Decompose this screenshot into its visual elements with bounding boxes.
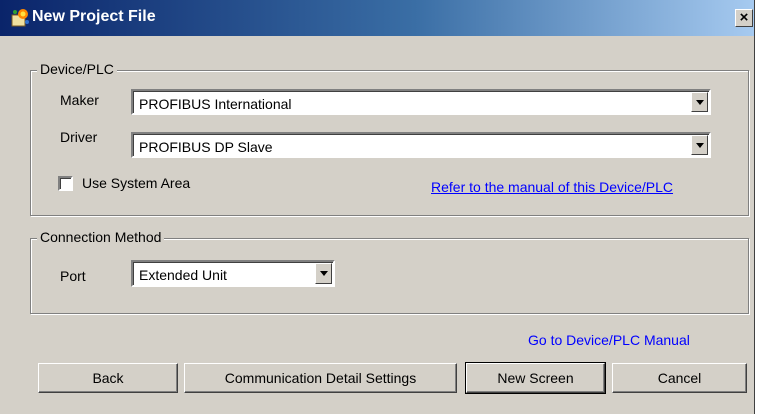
port-label: Port: [60, 268, 86, 284]
use-system-area-checkbox[interactable]: [58, 176, 73, 191]
new-screen-button[interactable]: New Screen: [465, 362, 606, 394]
chevron-down-icon[interactable]: [315, 263, 332, 284]
new-project-dialog: New Project File × Device/PLC Maker PROF…: [0, 0, 755, 414]
communication-detail-settings-button[interactable]: Communication Detail Settings: [184, 363, 457, 393]
maker-select[interactable]: PROFIBUS International: [131, 89, 711, 115]
title-bar[interactable]: New Project File ×: [0, 0, 754, 36]
connection-method-group-label: Connection Method: [37, 229, 165, 245]
chevron-down-icon[interactable]: [691, 135, 708, 155]
device-manual-link[interactable]: Refer to the manual of this Device/PLC: [431, 179, 673, 195]
use-system-area-label[interactable]: Use System Area: [82, 175, 190, 191]
cancel-button[interactable]: Cancel: [612, 363, 747, 393]
port-value: Extended Unit: [139, 267, 227, 283]
chevron-down-icon[interactable]: [691, 92, 708, 112]
driver-label: Driver: [60, 129, 98, 145]
close-button[interactable]: ×: [735, 9, 753, 27]
maker-label: Maker: [60, 92, 99, 108]
device-manual-link-bottom[interactable]: Go to Device/PLC Manual: [528, 332, 690, 348]
port-select[interactable]: Extended Unit: [131, 260, 335, 287]
back-button[interactable]: Back: [38, 363, 178, 393]
driver-value: PROFIBUS DP Slave: [139, 139, 273, 155]
maker-value: PROFIBUS International: [139, 96, 292, 112]
device-plc-group-label: Device/PLC: [37, 61, 117, 77]
close-icon: ×: [739, 9, 749, 26]
project-app-icon: [11, 9, 29, 27]
dialog-title: New Project File: [32, 8, 156, 25]
driver-select[interactable]: PROFIBUS DP Slave: [131, 132, 711, 158]
